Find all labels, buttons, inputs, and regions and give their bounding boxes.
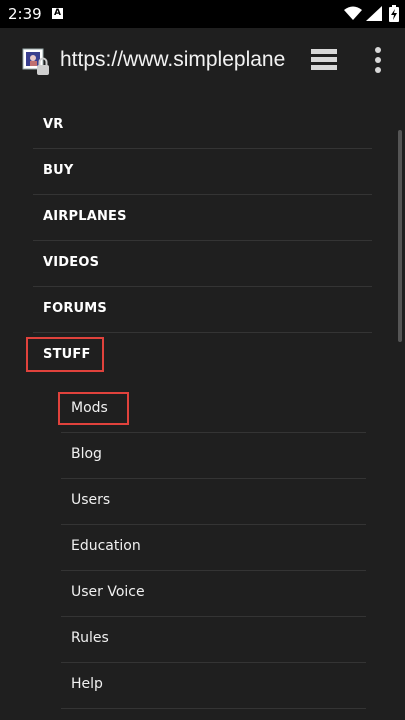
submenu-item-user-voice[interactable]: User Voice — [61, 571, 366, 617]
site-icon[interactable] — [22, 48, 52, 78]
scrollbar[interactable] — [398, 130, 402, 342]
submenu-item-help[interactable]: Help — [61, 663, 366, 709]
submenu-item-label: Education — [71, 538, 141, 554]
more-vert-icon[interactable] — [372, 46, 384, 74]
wifi-icon — [344, 6, 362, 20]
menu-item-label: VIDEOS — [43, 255, 100, 270]
menu-item-label: FORUMS — [43, 301, 107, 316]
signal-icon — [366, 6, 382, 21]
menu-item-buy[interactable]: BUY — [33, 149, 372, 195]
submenu-item-rules[interactable]: Rules — [61, 617, 366, 663]
submenu-item-label: Rules — [71, 630, 109, 646]
stuff-submenu: Mods Blog Users Education User Voice Rul… — [61, 387, 366, 709]
stuff-highlight-box — [26, 337, 104, 372]
menu-item-label: BUY — [43, 163, 74, 178]
a-icon: A — [52, 8, 63, 19]
browser-toolbar: https://www.simpleplanes.com — [0, 28, 405, 92]
submenu-item-label: Users — [71, 492, 111, 508]
url-bar[interactable]: https://www.simpleplanes.com — [60, 47, 286, 73]
menu-item-airplanes[interactable]: AIRPLANES — [33, 195, 372, 241]
submenu-item-label: Help — [71, 676, 103, 692]
submenu-item-label: User Voice — [71, 584, 145, 600]
status-time: 2:39 — [8, 5, 42, 23]
submenu-item-blog[interactable]: Blog — [61, 433, 366, 479]
submenu-item-education[interactable]: Education — [61, 525, 366, 571]
menu-item-forums[interactable]: FORUMS — [33, 287, 372, 333]
battery-icon — [389, 5, 399, 22]
menu-item-label: AIRPLANES — [43, 209, 127, 224]
tabs-icon[interactable] — [310, 48, 338, 72]
menu-item-videos[interactable]: VIDEOS — [33, 241, 372, 287]
status-bar: 2:39 A — [0, 0, 405, 28]
submenu-item-users[interactable]: Users — [61, 479, 366, 525]
menu-item-vr[interactable]: VR — [33, 103, 372, 149]
submenu-item-label: Blog — [71, 446, 102, 462]
mods-highlight-box — [58, 392, 129, 425]
menu-item-label: VR — [43, 117, 64, 132]
